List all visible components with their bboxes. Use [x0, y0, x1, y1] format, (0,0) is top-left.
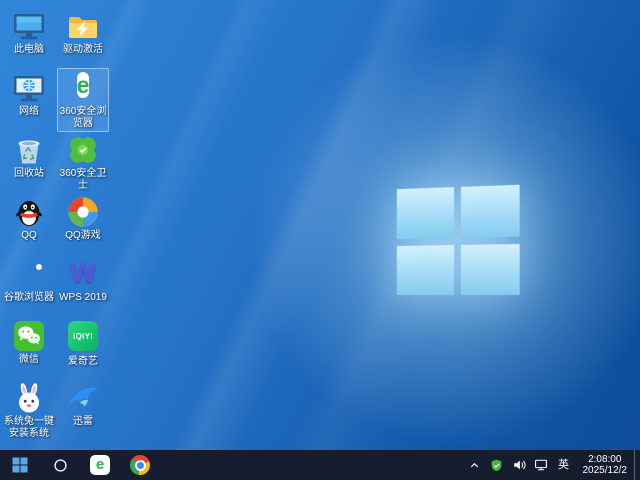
driver-activate-icon [66, 9, 100, 43]
search-circle-icon [53, 458, 67, 472]
network-icon [12, 71, 46, 105]
icon-label: 回收站 [14, 168, 44, 179]
desktop-icon-qq[interactable]: QQ [3, 192, 55, 244]
icon-label: 爱奇艺 [68, 356, 98, 367]
desktop-icon-network[interactable]: 网络 [3, 68, 55, 120]
volume-button[interactable] [508, 450, 530, 480]
wechat-icon [12, 319, 46, 353]
desktop-icon-recycle-bin[interactable]: 回收站 [3, 130, 55, 182]
system-install-icon [12, 381, 46, 415]
icon-label: 此电脑 [14, 44, 44, 55]
this-pc-icon [12, 9, 46, 43]
desktop-icon-wechat[interactable]: 微信 [3, 316, 55, 368]
icon-label: QQ [21, 230, 37, 241]
desktop-icon-system-install[interactable]: 系统兔一键安装系统 [3, 378, 55, 442]
qq-icon [12, 195, 46, 229]
icon-label: 360安全浏览器 [59, 106, 107, 129]
show-desktop-button[interactable] [634, 450, 640, 480]
desktop: 此电脑 驱动激活 网络 e 360安全浏览器 回收站 360安全卫士 QQ QQ… [0, 0, 640, 480]
thunder-icon [66, 381, 100, 415]
shield-icon [491, 459, 502, 471]
icon-label: 360安全卫士 [59, 168, 107, 191]
icon-label: 系统兔一键安装系统 [4, 416, 54, 439]
desktop-icon-360-safe[interactable]: 360安全卫士 [57, 130, 109, 194]
recycle-bin-icon [12, 133, 46, 167]
chrome-icon [12, 257, 46, 291]
desktop-icon-thunder[interactable]: 迅雷 [57, 378, 109, 430]
desktop-icon-iqiyi[interactable]: iQIYI 爱奇艺 [57, 316, 109, 370]
desktop-icon-driver-activate[interactable]: 驱动激活 [57, 6, 109, 58]
system-tray: 英 2:08:00 2025/12/2 [464, 450, 640, 480]
chevron-up-icon [470, 462, 479, 467]
wps-icon: W [70, 258, 96, 288]
desktop-icon-this-pc[interactable]: 此电脑 [3, 6, 55, 58]
desktop-icon-360-browser[interactable]: e 360安全浏览器 [57, 68, 109, 132]
tray-expand-button[interactable] [464, 450, 486, 480]
ethernet-network-icon [534, 459, 547, 471]
desktop-icon-qq-games[interactable]: QQ游戏 [57, 192, 109, 244]
clock-time: 2:08:00 [588, 453, 622, 465]
chrome-icon [130, 455, 150, 475]
ime-indicator[interactable]: 英 [552, 450, 576, 480]
cortana-search-button[interactable] [40, 450, 80, 480]
icon-label: 驱动激活 [63, 44, 103, 55]
taskbar-left: e [0, 450, 160, 480]
desktop-icons: 此电脑 驱动激活 网络 e 360安全浏览器 回收站 360安全卫士 QQ QQ… [0, 0, 640, 450]
icon-label: QQ游戏 [65, 230, 101, 241]
taskbar: e 英 2:08:00 2025/12/2 [0, 450, 640, 480]
360-safe-icon [66, 133, 100, 167]
desktop-icon-chrome[interactable]: 谷歌浏览器 [3, 254, 55, 306]
clock-date: 2025/12/2 [582, 465, 628, 476]
iqiyi-icon: iQIYI [66, 321, 100, 355]
windows-start-icon [12, 457, 28, 473]
icon-label: 网络 [19, 106, 39, 117]
icon-label: 微信 [19, 354, 39, 365]
taskbar-chrome-button[interactable] [120, 450, 160, 480]
icon-label: 迅雷 [73, 416, 93, 427]
tray-360-security-button[interactable] [486, 450, 508, 480]
icon-label: WPS 2019 [59, 292, 107, 303]
360-browser-icon: e [90, 455, 110, 475]
start-button[interactable] [0, 450, 40, 480]
taskbar-360-browser-button[interactable]: e [80, 450, 120, 480]
taskbar-clock[interactable]: 2:08:00 2025/12/2 [576, 454, 635, 477]
network-button[interactable] [530, 450, 552, 480]
icon-label: 谷歌浏览器 [4, 292, 54, 303]
qq-games-icon [66, 195, 100, 229]
360-browser-icon: e [76, 72, 90, 98]
desktop-icon-wps[interactable]: W WPS 2019 [57, 254, 109, 306]
speaker-icon [513, 460, 526, 470]
